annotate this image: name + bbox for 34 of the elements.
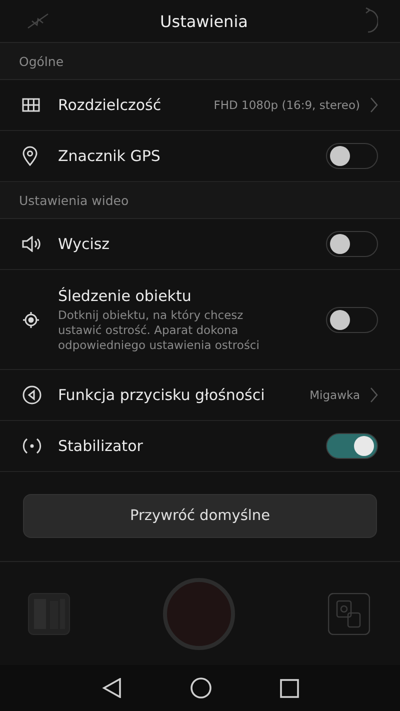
- setting-label: Rozdzielczość: [58, 96, 162, 114]
- toggle-switch[interactable]: [326, 231, 378, 257]
- setting-label: Wycisz: [58, 235, 111, 253]
- recent-apps-icon[interactable]: [280, 678, 298, 698]
- section-title: Ogólne: [19, 54, 64, 68]
- stabilizer-icon: [22, 437, 42, 455]
- setting-label: Znacznik GPS: [58, 147, 162, 165]
- setting-label: Stabilizator: [58, 437, 144, 455]
- toggle-switch[interactable]: [326, 433, 378, 459]
- chevron-right-icon: [370, 97, 378, 113]
- chevron-right-icon: [370, 387, 378, 403]
- grid-icon: [22, 98, 40, 112]
- settings-row[interactable]: Rozdzielczość FHD 1080p (16:9, stereo): [0, 80, 400, 131]
- settings-row[interactable]: Funkcja przycisku głośności Migawka: [0, 370, 400, 421]
- setting-value: FHD 1080p (16:9, stereo): [214, 98, 360, 112]
- toggle-switch[interactable]: [326, 306, 378, 332]
- section-title: Ustawienia wideo: [19, 192, 129, 208]
- screen-title: Ustawienia: [160, 12, 248, 30]
- home-icon[interactable]: [190, 677, 212, 699]
- location-pin-icon: [22, 146, 38, 166]
- back-icon[interactable]: [102, 678, 122, 698]
- volume-button-icon: [22, 385, 42, 405]
- settings-row[interactable]: Wycisz: [0, 219, 400, 270]
- settings-row[interactable]: Stabilizator: [0, 421, 400, 472]
- toggle-switch[interactable]: [326, 143, 378, 169]
- reset-button[interactable]: Przywróć domyślne: [23, 494, 377, 538]
- setting-label: Funkcja przycisku głośności: [58, 386, 266, 404]
- setting-description: Dotknij obiektu, na który chcesz ustawić ostrość. Aparat dokona odpowiedniego ustawienia ostrości: [58, 308, 260, 352]
- setting-value: Migawka: [310, 388, 360, 402]
- speaker-icon: [22, 236, 42, 252]
- switch-camera-icon[interactable]: [328, 592, 370, 634]
- setting-label: Śledzenie obiektu: [58, 286, 192, 304]
- settings-row[interactable]: Śledzenie obiektu Dotknij obiektu, na który chcesz ustawić ostrość. Aparat dokona odpowiedniego ustawienia ostrości: [0, 270, 400, 370]
- target-icon: [22, 310, 40, 328]
